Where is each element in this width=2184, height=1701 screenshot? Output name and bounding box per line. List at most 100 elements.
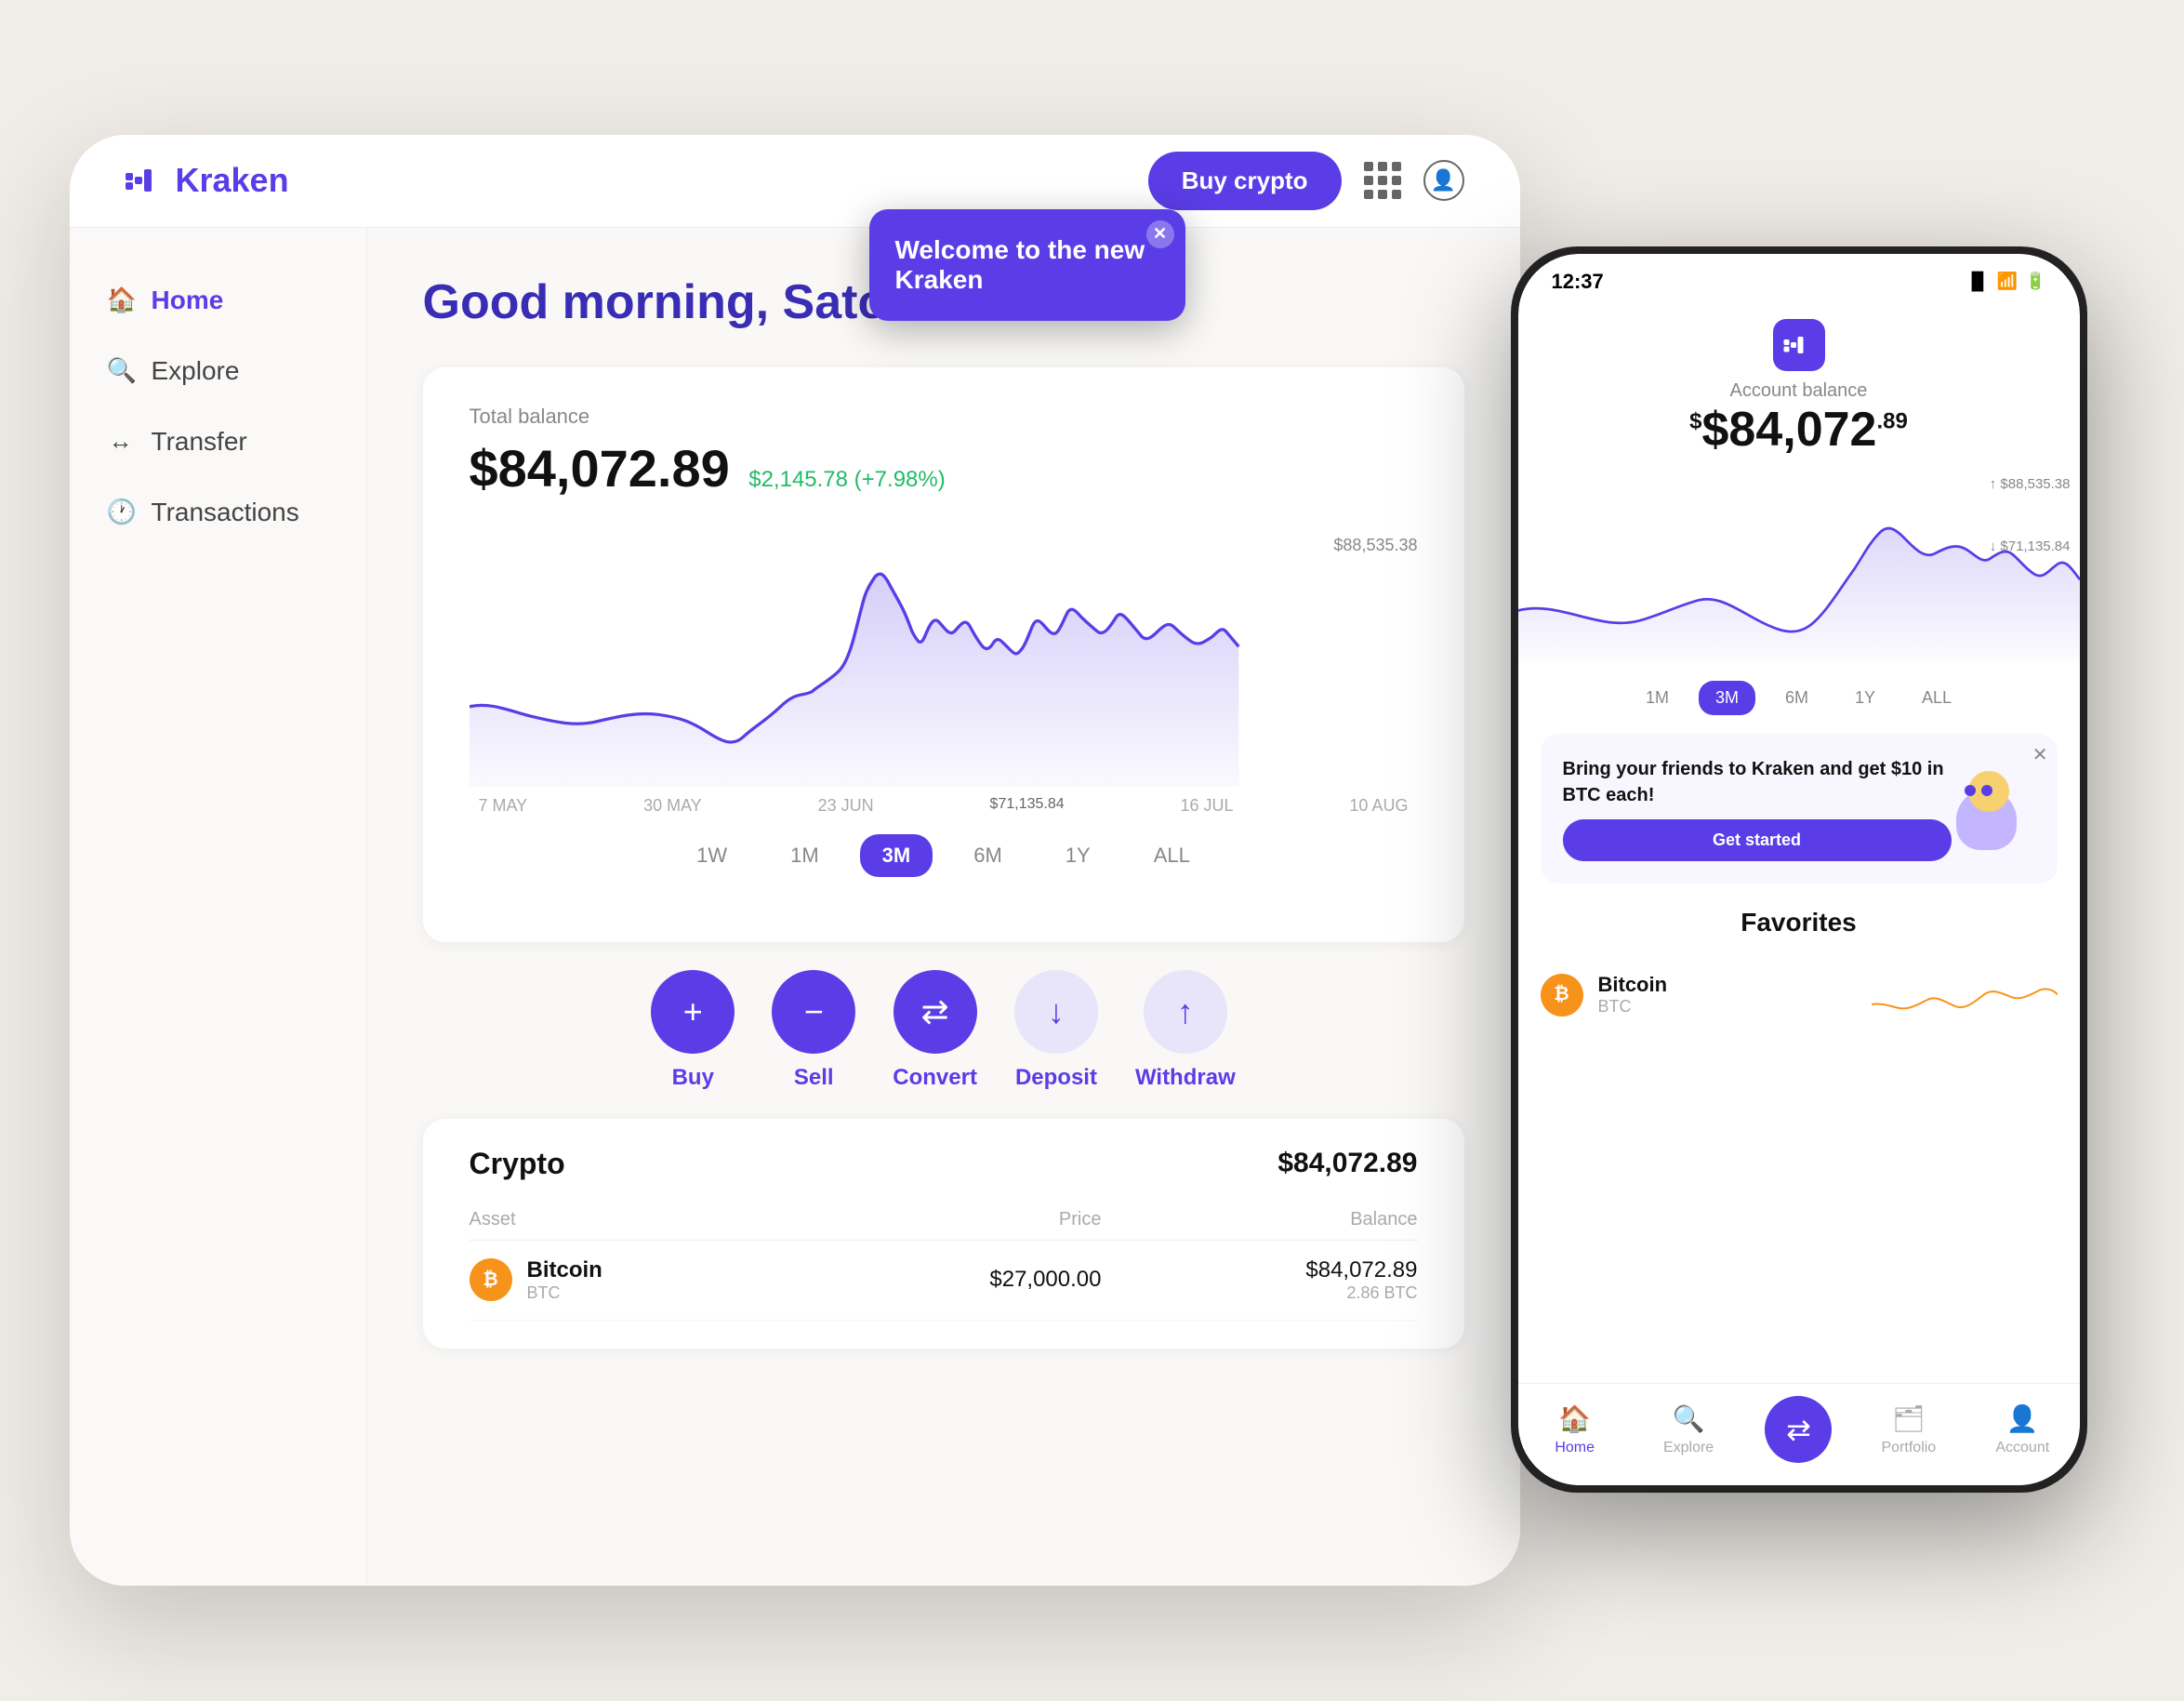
kraken-logo-icon — [126, 166, 166, 195]
deposit-button[interactable]: ↓ — [1014, 970, 1098, 1054]
table-row[interactable]: ₿ Bitcoin BTC $27,000.00 $84,072.89 2.86… — [470, 1241, 1418, 1321]
withdraw-label: Withdraw — [1135, 1065, 1236, 1091]
asset-name: Bitcoin — [527, 1257, 602, 1283]
sidebar-item-explore[interactable]: 🔍 Explore — [70, 336, 366, 406]
phone-home-icon: 🏠 — [1558, 1403, 1591, 1434]
phone-header: Account balance $$84,072.89 — [1518, 310, 2080, 476]
convert-button[interactable]: ⇄ — [893, 970, 977, 1054]
sidebar-item-transactions[interactable]: 🕐 Transactions — [70, 477, 366, 548]
phone-nav-account[interactable]: 👤 Account — [1985, 1403, 2059, 1456]
portfolio-section: Crypto $84,072.89 Asset Price Balance ₿ … — [423, 1119, 1464, 1349]
favorites-title: Favorites — [1541, 908, 2058, 937]
phone-nav-home-label: Home — [1555, 1440, 1595, 1456]
time-btn-all[interactable]: ALL — [1132, 834, 1212, 877]
col-asset-header: Asset — [470, 1209, 786, 1230]
buy-button[interactable]: + — [651, 970, 735, 1054]
home-icon: 🏠 — [107, 286, 135, 314]
table-header: Asset Price Balance — [470, 1200, 1418, 1241]
balance-chart: $88,535.38 — [470, 526, 1418, 787]
battery-icon: 🔋 — [2025, 272, 2045, 291]
referral-inner: Bring your friends to Kraken and get $10… — [1563, 756, 1952, 861]
sidebar-item-transfer[interactable]: ↔ Transfer — [70, 406, 366, 477]
phone-chart: ↑ $88,535.38 ↓ $71,135.84 — [1518, 476, 2080, 662]
action-buy-wrap: + Buy — [651, 970, 735, 1091]
user-icon[interactable]: 👤 — [1423, 160, 1464, 201]
grid-icon[interactable] — [1364, 162, 1401, 199]
time-btn-1y[interactable]: 1Y — [1043, 834, 1113, 877]
favorite-item-bitcoin[interactable]: ₿ Bitcoin BTC — [1541, 952, 2058, 1038]
time-btn-1m[interactable]: 1M — [768, 834, 841, 877]
topbar-right: Buy crypto 👤 — [1148, 152, 1464, 210]
referral-close-button[interactable]: ✕ — [2032, 743, 2048, 766]
phone-nav-convert-button[interactable]: ⇄ — [1765, 1396, 1832, 1463]
buy-crypto-button[interactable]: Buy crypto — [1148, 152, 1342, 210]
favorites-section: Favorites ₿ Bitcoin BTC — [1518, 893, 2080, 1053]
action-buttons: + Buy − Sell ⇄ Convert ↓ Deposit — [423, 970, 1464, 1091]
col-price-header: Price — [786, 1209, 1102, 1230]
action-convert-wrap: ⇄ Convert — [893, 970, 977, 1091]
balance-usd: $84,072.89 — [1102, 1257, 1418, 1283]
phone-time-all[interactable]: ALL — [1905, 681, 1968, 715]
phone-nav-account-label: Account — [1995, 1440, 2049, 1456]
phone-chart-low: ↓ $71,135.84 — [1990, 538, 2071, 554]
chart-svg — [470, 526, 1418, 787]
phone-status-bar: 12:37 ▐▌ 📶 🔋 — [1518, 254, 2080, 310]
balance-amount: $84,072.89 — [470, 439, 730, 498]
phone-scroll[interactable]: Account balance $$84,072.89 ↑ $88,535.38… — [1518, 310, 2080, 1383]
deposit-label: Deposit — [1015, 1065, 1097, 1091]
withdraw-button[interactable]: ↑ — [1144, 970, 1227, 1054]
fav-name: Bitcoin — [1598, 973, 1857, 997]
phone-nav-home[interactable]: 🏠 Home — [1538, 1403, 1612, 1456]
asset-ticker: BTC — [527, 1283, 602, 1303]
action-withdraw-wrap: ↑ Withdraw — [1135, 970, 1236, 1091]
tablet-topbar: Kraken Buy crypto 👤 — [70, 135, 1520, 228]
cell-balance: $84,072.89 2.86 BTC — [1102, 1257, 1418, 1303]
referral-get-started-button[interactable]: Get started — [1563, 819, 1952, 861]
time-btn-6m[interactable]: 6M — [951, 834, 1025, 877]
sell-button[interactable]: − — [772, 970, 855, 1054]
sell-label: Sell — [794, 1065, 834, 1091]
chart-label-may30: 30 MAY — [643, 796, 702, 816]
mascot-image — [1952, 766, 2035, 850]
kraken-logo: Kraken — [126, 161, 289, 200]
asset-name-ticker: Bitcoin BTC — [527, 1257, 602, 1303]
phone-nav-explore[interactable]: 🔍 Explore — [1651, 1403, 1726, 1456]
popup-close-button[interactable]: ✕ — [1146, 220, 1174, 248]
referral-card: ✕ Bring your friends to Kraken and get $… — [1541, 734, 2058, 884]
sidebar-label-transfer: Transfer — [152, 427, 247, 457]
phone-nav-portfolio-label: Portfolio — [1882, 1440, 1937, 1456]
time-btn-3m[interactable]: 3M — [860, 834, 933, 877]
phone: 12:37 ▐▌ 📶 🔋 — [1511, 246, 2087, 1493]
phone-logo-icon — [1783, 334, 1815, 356]
balance-label: Total balance — [470, 405, 1418, 429]
referral-text: Bring your friends to Kraken and get $10… — [1563, 756, 1952, 808]
sidebar: 🏠 Home 🔍 Explore ↔ Transfer 🕐 Transactio… — [70, 228, 367, 1586]
time-btn-1w[interactable]: 1W — [674, 834, 749, 877]
phone-time-1y[interactable]: 1Y — [1838, 681, 1892, 715]
portfolio-header: Crypto $84,072.89 — [470, 1147, 1418, 1181]
tablet-body: 🏠 Home 🔍 Explore ↔ Transfer 🕐 Transactio… — [70, 228, 1520, 1586]
fav-ticker: BTC — [1598, 997, 1857, 1017]
logo-text: Kraken — [176, 161, 289, 200]
phone-kraken-icon — [1773, 319, 1825, 371]
sidebar-label-transactions: Transactions — [152, 498, 299, 527]
tablet: Kraken Buy crypto 👤 🏠 Home — [70, 135, 1520, 1586]
sidebar-label-explore: Explore — [152, 356, 240, 386]
balance-btc: 2.86 BTC — [1102, 1283, 1418, 1303]
portfolio-total: $84,072.89 — [1277, 1148, 1417, 1179]
chart-x-labels: 7 MAY 30 MAY 23 JUN $71,135.84 16 JUL 10… — [470, 796, 1418, 816]
time-filter: 1W 1M 3M 6M 1Y ALL — [470, 834, 1418, 877]
phone-time-3m[interactable]: 3M — [1699, 681, 1755, 715]
phone-time-1m[interactable]: 1M — [1629, 681, 1686, 715]
phone-balance: $$84,072.89 — [1546, 402, 2052, 458]
popup-title: Welcome to the new Kraken — [895, 235, 1145, 294]
sidebar-item-home[interactable]: 🏠 Home — [70, 265, 366, 336]
chart-high-label: $88,535.38 — [1333, 536, 1417, 555]
main-content: Good morning, Satoshi Total balance $84,… — [367, 228, 1520, 1586]
phone-chart-high: ↑ $88,535.38 — [1990, 476, 2071, 492]
phone-nav-portfolio[interactable]: 🗂 Portfolio — [1872, 1403, 1946, 1456]
explore-icon: 🔍 — [107, 356, 135, 385]
phone-time-6m[interactable]: 6M — [1768, 681, 1825, 715]
phone-bottom-nav: 🏠 Home 🔍 Explore ⇄ 🗂 Portfolio 👤 Account — [1518, 1383, 2080, 1485]
phone-nav-explore-label: Explore — [1663, 1440, 1714, 1456]
